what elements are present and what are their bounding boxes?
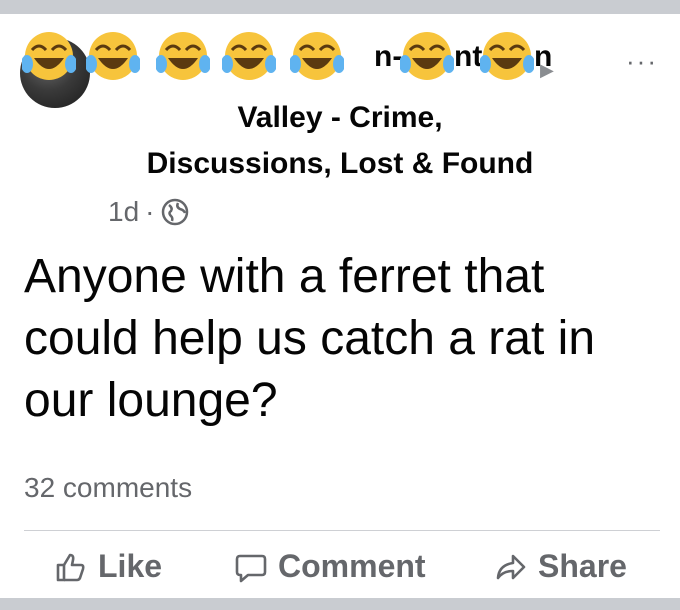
thumbs-up-icon (56, 553, 85, 581)
chevron-right-icon: ▶ (540, 60, 554, 80)
comment-label: Comment (278, 548, 426, 584)
post-text: Anyone with a ferret that could help us … (24, 250, 596, 427)
meta-separator: · (145, 196, 155, 227)
divider (24, 530, 660, 531)
group-name-line-1[interactable]: Valley - Crime, (80, 96, 600, 140)
laughing-tears-emoji-icon (156, 32, 210, 80)
post-time[interactable]: 1d (108, 196, 139, 228)
globe-icon (162, 198, 189, 226)
laughing-tears-emoji-icon (222, 32, 276, 80)
laughing-tears-emoji-icon (480, 32, 534, 80)
top-frame-bar (0, 0, 680, 14)
comments-count[interactable]: 32 comments (24, 472, 192, 504)
share-arrow-icon (496, 554, 526, 579)
comment-button[interactable]: Comment (234, 548, 426, 585)
comment-bubble-icon (235, 554, 267, 582)
more-options-icon[interactable]: ··· (626, 46, 658, 77)
share-button[interactable]: Share (494, 548, 627, 585)
like-button[interactable]: Like (54, 548, 162, 585)
laughing-tears-emoji-icon (400, 32, 454, 80)
share-label: Share (538, 548, 627, 584)
laughing-tears-emoji-icon (22, 32, 76, 80)
like-label: Like (98, 548, 163, 584)
obscured-name-line[interactable]: l n- nt n (22, 30, 562, 82)
group-name-line-2[interactable]: Discussions, Lost & Found (80, 142, 600, 186)
obscured-name-fragment: n- (374, 40, 403, 73)
laughing-tears-emoji-icon (86, 32, 140, 80)
post-meta: 1d · (108, 196, 190, 228)
obscured-name-fragment: nt (454, 40, 483, 73)
laughing-tears-emoji-icon (290, 32, 344, 80)
bottom-frame-bar (0, 598, 680, 610)
